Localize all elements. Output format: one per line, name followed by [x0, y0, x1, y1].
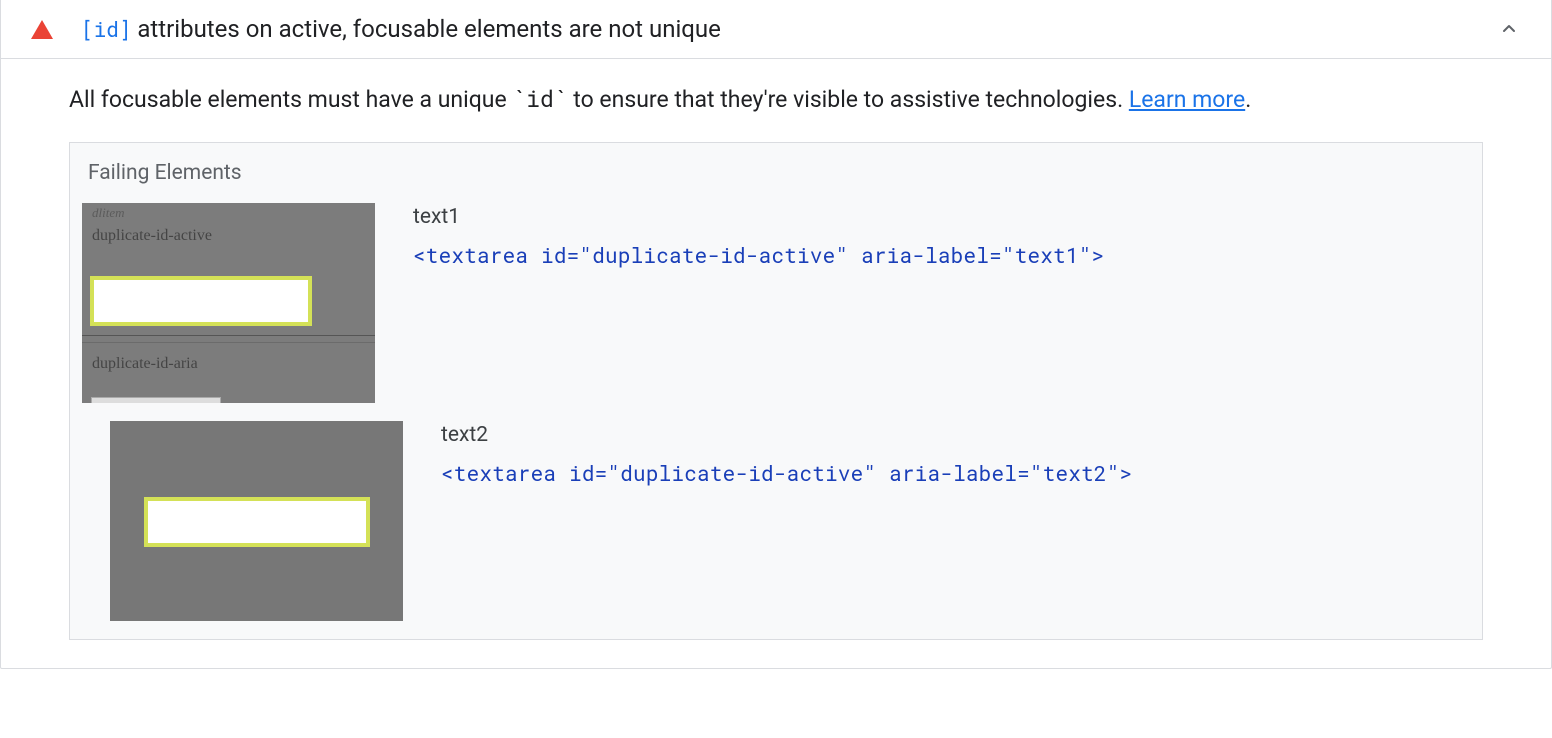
description-text-pre: All focusable elements must have a uniqu… — [69, 86, 512, 113]
failing-element-detail: text2 <textarea id="duplicate-id-active"… — [441, 421, 1470, 488]
audit-item: [id] attributes on active, focusable ele… — [0, 0, 1552, 669]
error-triangle-icon — [31, 20, 53, 39]
failing-element-row[interactable]: dlitem duplicate-id-active duplicate-id-… — [82, 203, 1470, 403]
failing-element-snippet: <textarea id="duplicate-id-active" aria-… — [441, 459, 1470, 488]
highlight-box — [90, 276, 312, 326]
audit-body: All focusable elements must have a uniqu… — [1, 59, 1551, 668]
audit-description: All focusable elements must have a uniqu… — [69, 83, 1483, 116]
failing-elements-panel: Failing Elements dlitem duplicate-id-act… — [69, 142, 1483, 640]
failing-element-row[interactable]: text2 <textarea id="duplicate-id-active"… — [82, 421, 1470, 621]
highlight-box — [144, 497, 370, 547]
failing-element-detail: text1 <textarea id="duplicate-id-active"… — [413, 203, 1470, 270]
description-text-post: to ensure that they're visible to assist… — [568, 86, 1129, 113]
audit-title: [id] attributes on active, focusable ele… — [81, 15, 1497, 43]
learn-more-link[interactable]: Learn more — [1129, 86, 1245, 113]
audit-title-text: attributes on active, focusable elements… — [131, 15, 720, 43]
failing-elements-title: Failing Elements — [82, 161, 1470, 185]
audit-title-code: [id] — [81, 15, 131, 43]
audit-header[interactable]: [id] attributes on active, focusable ele… — [1, 0, 1551, 59]
failing-element-label: text2 — [441, 423, 1470, 447]
failing-element-snippet: <textarea id="duplicate-id-active" aria-… — [413, 241, 1470, 270]
chevron-up-icon — [1497, 17, 1521, 41]
element-thumbnail: dlitem duplicate-id-active duplicate-id-… — [82, 203, 375, 403]
failing-element-label: text1 — [413, 205, 1470, 229]
thumb-partial-box — [91, 397, 221, 403]
element-thumbnail — [110, 421, 403, 621]
description-code: `id` — [512, 84, 567, 114]
description-tail: . — [1245, 86, 1251, 113]
